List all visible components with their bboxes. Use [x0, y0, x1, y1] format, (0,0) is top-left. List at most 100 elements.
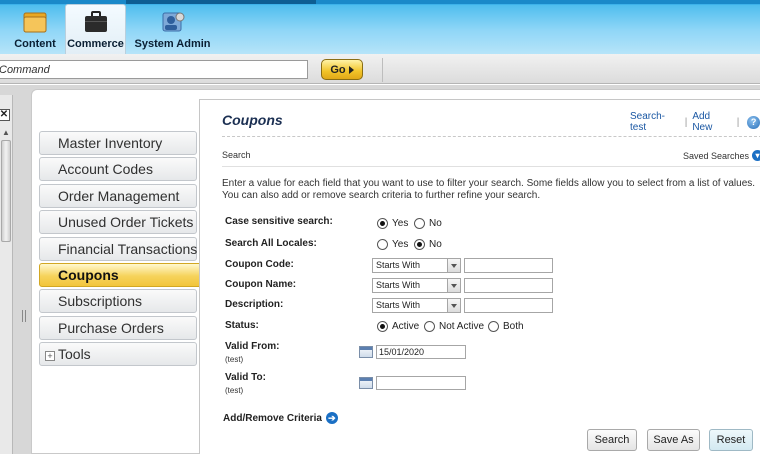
all-locales-yes[interactable]: Yes — [377, 239, 408, 250]
radio-label: Yes — [392, 218, 409, 229]
app-toolbar: Content Commerce System Admin — [0, 0, 760, 54]
app-tab-system-admin[interactable]: System Admin — [134, 4, 211, 54]
commerce-menu: Master Inventory Account Codes Order Man… — [39, 131, 221, 369]
section-divider — [222, 166, 760, 167]
add-new-link[interactable]: Add New — [692, 111, 731, 133]
app-tab-label: System Admin — [134, 38, 211, 50]
chevron-down-icon[interactable] — [447, 259, 460, 272]
system-admin-icon — [161, 11, 185, 33]
radio-label: Not Active — [439, 321, 485, 332]
app-tab-label: Content — [14, 38, 56, 50]
all-locales-no[interactable]: No — [414, 239, 442, 250]
menu-item-label: Tools — [58, 346, 91, 363]
search-test-link[interactable]: Search-test — [630, 111, 680, 133]
case-sensitive-yes[interactable]: Yes — [377, 218, 408, 229]
radio-icon[interactable] — [377, 239, 388, 250]
menu-item-subscriptions[interactable]: Subscriptions — [39, 289, 197, 314]
search-all-locales-label: Search All Locales: — [225, 238, 317, 249]
menu-item-account-codes[interactable]: Account Codes — [39, 157, 197, 182]
description-label: Description: — [225, 299, 284, 310]
title-divider — [222, 136, 760, 137]
select-value: Starts With — [376, 300, 421, 310]
left-collapse-strip: ✕ ▲ — [0, 95, 13, 454]
chevron-down-icon[interactable] — [447, 279, 460, 292]
description-input[interactable] — [464, 298, 553, 313]
chevron-down-icon: ▾ — [752, 150, 760, 161]
page-actions: Search-test | Add New | ? — [630, 111, 760, 133]
help-icon[interactable]: ? — [747, 115, 760, 129]
status-label: Status: — [225, 320, 259, 331]
select-value: Starts With — [376, 260, 421, 270]
radio-selected-icon[interactable] — [414, 239, 425, 250]
add-remove-criteria-link[interactable]: Add/Remove Criteria ➔ — [223, 412, 338, 424]
go-button[interactable]: Go — [321, 59, 363, 80]
page-title: Coupons — [222, 112, 283, 128]
radio-label: No — [429, 239, 442, 250]
valid-from-label: Valid From: — [225, 341, 280, 352]
radio-label: No — [429, 218, 442, 229]
menu-item-order-management[interactable]: Order Management — [39, 183, 197, 208]
play-arrow-icon — [348, 65, 354, 74]
close-icon[interactable]: ✕ — [0, 109, 10, 121]
content-panel — [199, 99, 760, 454]
link-separator: | — [684, 116, 688, 128]
radio-icon[interactable] — [488, 321, 499, 332]
coupon-code-label: Coupon Code: — [225, 259, 294, 270]
coupon-name-operator-select[interactable]: Starts With — [372, 278, 461, 293]
splitter-grip[interactable] — [22, 310, 26, 322]
scrollbar-thumb[interactable] — [1, 140, 11, 242]
briefcase-icon — [84, 11, 108, 33]
app-tab-label: Commerce — [67, 38, 124, 50]
go-button-label: Go — [330, 63, 346, 76]
status-both[interactable]: Both — [488, 321, 524, 332]
scroll-up-icon[interactable]: ▲ — [1, 128, 11, 138]
radio-selected-icon[interactable] — [377, 218, 388, 229]
coupon-name-label: Coupon Name: — [225, 279, 297, 290]
radio-label: Yes — [392, 239, 409, 250]
coupon-name-input[interactable] — [464, 278, 553, 293]
description-operator-select[interactable]: Starts With — [372, 298, 461, 313]
valid-from-sublabel: (test) — [225, 355, 244, 364]
radio-selected-icon[interactable] — [377, 321, 388, 332]
valid-to-sublabel: (test) — [225, 386, 244, 395]
search-button[interactable]: Search — [587, 429, 637, 451]
reset-button[interactable]: Reset — [709, 429, 753, 451]
radio-icon[interactable] — [414, 218, 425, 229]
saved-searches-label: Saved Searches — [683, 150, 750, 161]
calendar-icon[interactable] — [359, 346, 373, 358]
radio-label: Active — [392, 321, 420, 332]
radio-label: Both — [503, 321, 524, 332]
valid-to-label: Valid To: — [225, 372, 266, 383]
toolbar-divider — [382, 58, 383, 82]
case-sensitive-no[interactable]: No — [414, 218, 442, 229]
folder-icon — [23, 11, 47, 33]
menu-item-coupons[interactable]: Coupons — [39, 262, 221, 287]
arrow-right-icon: ➔ — [325, 412, 338, 424]
radio-icon[interactable] — [424, 321, 435, 332]
expand-plus-icon[interactable]: + — [45, 351, 55, 362]
valid-from-input[interactable]: 15/01/2020 — [376, 345, 466, 359]
menu-item-purchase-orders[interactable]: Purchase Orders — [39, 315, 197, 340]
calendar-icon[interactable] — [359, 377, 373, 389]
menu-item-tools[interactable]: + Tools — [39, 342, 197, 367]
coupon-code-input[interactable] — [464, 258, 553, 273]
saved-searches[interactable]: Saved Searches ▾ — [683, 150, 760, 161]
add-remove-criteria-label: Add/Remove Criteria — [223, 412, 322, 424]
menu-item-master-inventory[interactable]: Master Inventory — [39, 131, 197, 155]
chevron-down-icon[interactable] — [447, 299, 460, 312]
valid-to-input[interactable] — [376, 376, 466, 390]
menu-item-unused-order-tickets[interactable]: Unused Order Tickets — [39, 210, 197, 235]
case-sensitive-label: Case sensitive search: — [225, 216, 333, 227]
command-bar: Command Go — [0, 54, 760, 84]
app-tab-commerce[interactable]: Commerce — [65, 4, 126, 54]
command-input[interactable]: Command — [0, 60, 308, 79]
search-instructions: Enter a value for each field that you wa… — [222, 178, 756, 201]
coupon-code-operator-select[interactable]: Starts With — [372, 258, 461, 273]
status-active[interactable]: Active — [377, 321, 419, 332]
app-tab-content[interactable]: Content — [4, 4, 66, 54]
status-not-active[interactable]: Not Active — [424, 321, 484, 332]
save-as-button[interactable]: Save As — [647, 429, 700, 451]
search-section-label: Search — [222, 150, 251, 160]
link-separator: | — [736, 116, 740, 128]
menu-item-financial-transactions[interactable]: Financial Transactions — [39, 236, 197, 261]
